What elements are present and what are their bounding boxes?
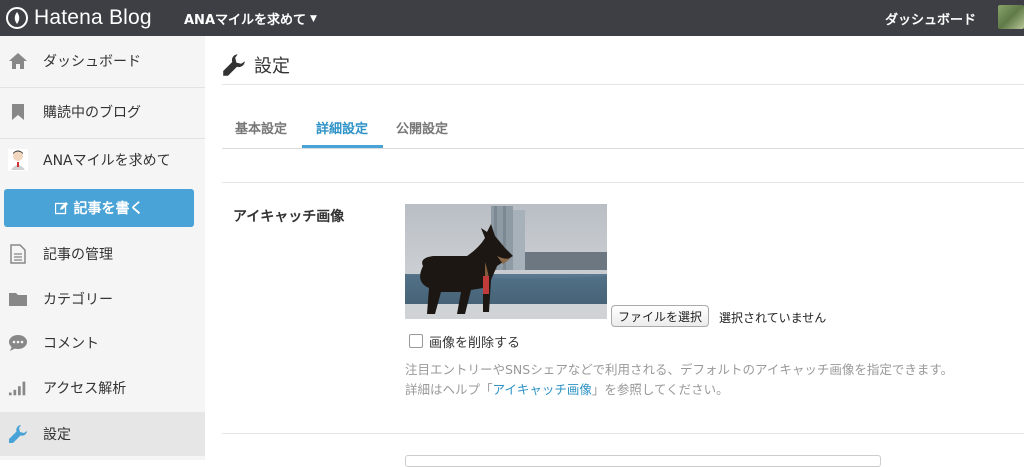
wrench-icon [223,54,245,76]
write-article-label: 記事を書く [73,201,144,217]
tab-advanced[interactable]: 詳細設定 [316,118,368,137]
wrench-icon [8,424,28,444]
sidebar-item-label: ANAマイルを求めて [43,153,171,169]
hatena-logo[interactable]: Hatena Blog [6,6,152,30]
comment-icon [8,333,28,353]
eyecatch-image-preview [405,204,607,319]
write-article-button[interactable]: 記事を書く [4,189,194,227]
bar-chart-icon [8,378,28,398]
sidebar-item-comments[interactable]: コメント [0,326,205,360]
sidebar-item-analytics[interactable]: アクセス解析 [0,371,205,405]
next-field-input[interactable] [405,455,881,467]
tab-publish[interactable]: 公開設定 [396,118,448,137]
home-icon [8,51,28,71]
choose-file-label: ファイルを選択 [618,309,703,324]
sidebar-item-subscriptions[interactable]: 購読中のブログ [0,95,205,129]
blog-selector[interactable]: ANAマイルを求めて ▼ [184,9,317,28]
delete-image-label[interactable]: 画像を削除する [429,332,520,351]
bookmark-icon [8,102,28,122]
settings-tabs: 基本設定 詳細設定 公開設定 [222,110,1024,149]
help-suffix: 」を参照してください。 [591,382,729,397]
sidebar-item-label: カテゴリー [43,292,113,308]
logo-text: Hatena Blog [34,6,152,29]
blog-avatar [8,149,28,171]
help-text-2: 詳細はヘルプ「アイキャッチ画像」を参照してください。 [405,379,729,398]
eyecatch-label: アイキャッチ画像 [233,209,345,225]
top-bar: Hatena Blog ANAマイルを求めて ▼ ダッシュボード [0,0,1024,36]
edit-icon [54,201,68,214]
user-avatar[interactable] [998,5,1024,29]
divider [222,182,1024,183]
divider [222,84,1024,85]
eyecatch-help-link[interactable]: アイキャッチ画像 [493,382,592,397]
sidebar-item-settings[interactable]: 設定 [0,412,205,456]
sidebar-item-dashboard[interactable]: ダッシュボード [0,44,205,78]
dashboard-link[interactable]: ダッシュボード [885,9,976,28]
sidebar-item-label: 記事の管理 [43,247,113,263]
sidebar-item-label: コメント [43,336,99,352]
choose-file-button[interactable]: ファイルを選択 [611,305,710,327]
page-title-text: 設定 [254,56,290,77]
folder-icon [8,289,28,309]
hatena-logo-icon [6,7,28,29]
sidebar-item-label: 設定 [43,427,71,443]
help-prefix: 詳細はヘルプ「 [405,382,493,397]
sidebar-item-label: 購読中のブログ [43,105,141,121]
active-tab-indicator [302,145,383,148]
help-text: 注目エントリーやSNSシェアなどで利用される、デフォルトのアイキャッチ画像を指定… [405,362,954,377]
page-title: 設定 [222,52,290,78]
divider [0,87,205,88]
blog-selector-label: ANAマイルを求めて [184,13,307,28]
sidebar-item-blog[interactable]: ANAマイルを求めて [0,143,205,177]
sidebar-item-label: ダッシュボード [43,54,141,70]
divider [0,138,205,139]
sidebar-item-categories[interactable]: カテゴリー [0,282,205,316]
document-icon [8,244,28,264]
caret-down-icon: ▼ [310,13,317,24]
divider [222,433,1024,434]
file-status-text: 選択されていません [719,311,827,325]
delete-image-checkbox[interactable] [409,334,423,348]
sidebar-item-label: アクセス解析 [43,381,127,397]
tab-basic[interactable]: 基本設定 [235,118,287,137]
sidebar-item-articles[interactable]: 記事の管理 [0,237,205,271]
